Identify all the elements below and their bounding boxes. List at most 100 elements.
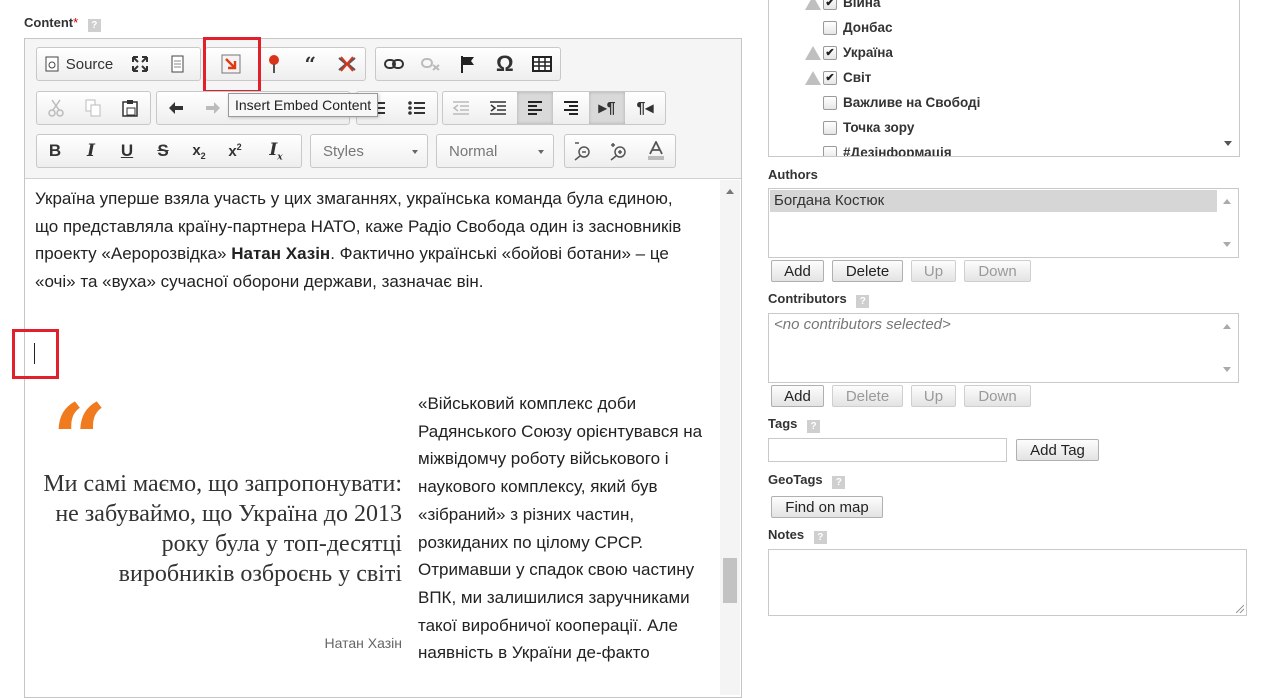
help-icon[interactable]: ? <box>87 19 101 32</box>
rtl-button[interactable]: ¶◂ <box>625 92 665 124</box>
copy-button[interactable] <box>74 92 111 124</box>
source-icon <box>45 56 59 72</box>
bold-button[interactable]: B <box>37 135 73 167</box>
authors-down-button[interactable]: Down <box>964 260 1031 282</box>
source-button[interactable]: Source <box>37 48 121 80</box>
chevron-down-icon <box>412 150 418 154</box>
checkbox[interactable] <box>823 95 837 110</box>
checkbox[interactable] <box>823 145 837 156</box>
find-on-map-button[interactable]: Find on map <box>771 496 883 518</box>
bulleted-list-button[interactable] <box>397 92 437 124</box>
format-dropdown[interactable]: Normal <box>436 134 554 168</box>
scroll-down-icon[interactable] <box>1223 367 1231 372</box>
subscript-button[interactable]: x2 <box>181 135 217 167</box>
categories-list[interactable]: ✔ Війна Донбас ✔ Україна ✔ Світ Важливе … <box>768 0 1240 157</box>
anchor-button[interactable] <box>450 48 487 80</box>
redo-button[interactable] <box>194 92 231 124</box>
blockquote-button[interactable]: “ <box>292 48 329 80</box>
remove-icon <box>338 56 356 72</box>
required-mark: * <box>73 15 79 30</box>
subscript-icon: x2 <box>192 141 206 161</box>
authors-up-button[interactable]: Up <box>911 260 956 282</box>
category-label: #Дезінформація <box>843 145 952 157</box>
category-item[interactable]: ✔ Україна <box>805 45 893 60</box>
help-icon[interactable]: ? <box>856 295 870 308</box>
contributors-down-button[interactable]: Down <box>964 385 1031 407</box>
cut-icon <box>47 99 64 117</box>
copy-icon <box>85 99 100 117</box>
remove-format-button[interactable]: Ix <box>253 135 299 167</box>
quote-icon: “ <box>304 52 316 76</box>
contributors-label: Contributors ? <box>768 291 870 308</box>
add-tag-button[interactable]: Add Tag <box>1016 439 1099 461</box>
checkbox[interactable]: ✔ <box>823 45 837 60</box>
category-item[interactable]: Донбас <box>823 20 893 35</box>
align-left-button[interactable] <box>517 92 553 124</box>
checkbox[interactable] <box>823 120 837 135</box>
special-char-button[interactable]: Ω <box>486 48 523 80</box>
checkbox[interactable]: ✔ <box>823 0 837 10</box>
underline-icon: U <box>120 141 134 160</box>
zoom-out-icon <box>574 142 590 161</box>
authors-delete-button[interactable]: Delete <box>832 260 903 282</box>
contributors-list[interactable]: <no contributors selected> <box>768 313 1239 383</box>
indent-icon <box>490 101 506 115</box>
zoom-reset-button[interactable] <box>637 135 675 167</box>
authors-add-button[interactable]: Add <box>771 260 824 282</box>
unlink-button[interactable] <box>413 48 450 80</box>
category-item[interactable]: ✔ Війна <box>805 0 880 10</box>
author-item[interactable]: Богдана Костюк <box>770 190 1217 212</box>
authors-list[interactable]: Богдана Костюк <box>768 188 1239 258</box>
scroll-up-icon[interactable] <box>1223 199 1231 204</box>
contributors-up-button[interactable]: Up <box>911 385 956 407</box>
contributors-delete-button[interactable]: Delete <box>832 385 903 407</box>
align-right-button[interactable] <box>553 92 589 124</box>
geotags-label: GeoTags ? <box>768 472 846 489</box>
help-icon[interactable]: ? <box>832 476 846 489</box>
scroll-up-icon[interactable] <box>726 189 734 194</box>
bold-icon: B <box>48 141 62 160</box>
remove-embed-button[interactable] <box>328 48 365 80</box>
italic-button[interactable]: I <box>73 135 109 167</box>
category-item[interactable]: Точка зору <box>823 120 914 135</box>
indent-button[interactable] <box>479 92 517 124</box>
scroll-thumb[interactable] <box>723 558 737 603</box>
superscript-button[interactable]: x2 <box>217 135 253 167</box>
checkbox[interactable]: ✔ <box>823 70 837 85</box>
editor-scrollbar[interactable] <box>720 180 740 695</box>
styles-dropdown[interactable]: Styles <box>310 134 428 168</box>
checkbox[interactable] <box>823 20 837 35</box>
underline-button[interactable]: U <box>109 135 145 167</box>
link-button[interactable] <box>376 48 413 80</box>
contributors-add-button[interactable]: Add <box>771 385 824 407</box>
tag-input[interactable] <box>768 438 1007 462</box>
help-icon[interactable]: ? <box>813 531 827 544</box>
chevron-down-icon[interactable] <box>1224 141 1232 146</box>
category-item[interactable]: Важливе на Свободі <box>823 95 980 110</box>
italic-icon: I <box>87 141 95 161</box>
cut-button[interactable] <box>37 92 74 124</box>
outdent-button[interactable] <box>443 92 479 124</box>
resize-handle-icon[interactable] <box>1236 605 1244 613</box>
zoom-in-button[interactable] <box>601 135 637 167</box>
scroll-down-icon[interactable] <box>1223 242 1231 247</box>
category-label: Україна <box>843 45 893 60</box>
category-item[interactable]: #Дезінформація <box>823 145 952 157</box>
paste-icon <box>121 100 138 117</box>
undo-button[interactable] <box>157 92 194 124</box>
content-label: Content* ? <box>24 15 101 32</box>
show-blocks-button[interactable] <box>159 48 197 80</box>
scroll-up-icon[interactable] <box>1223 324 1231 329</box>
rtl-icon: ¶◂ <box>636 100 654 117</box>
maximize-button[interactable] <box>121 48 159 80</box>
notes-textarea[interactable] <box>768 549 1247 616</box>
zoom-out-button[interactable] <box>565 135 601 167</box>
show-blocks-icon <box>171 55 184 73</box>
category-item[interactable]: ✔ Світ <box>805 70 871 85</box>
ltr-button[interactable]: ▸¶ <box>589 92 625 124</box>
paste-button[interactable] <box>111 92 148 124</box>
zoom-reset-icon <box>648 141 664 160</box>
strike-button[interactable]: S <box>145 135 181 167</box>
help-icon[interactable]: ? <box>807 420 821 433</box>
table-button[interactable] <box>523 48 560 80</box>
